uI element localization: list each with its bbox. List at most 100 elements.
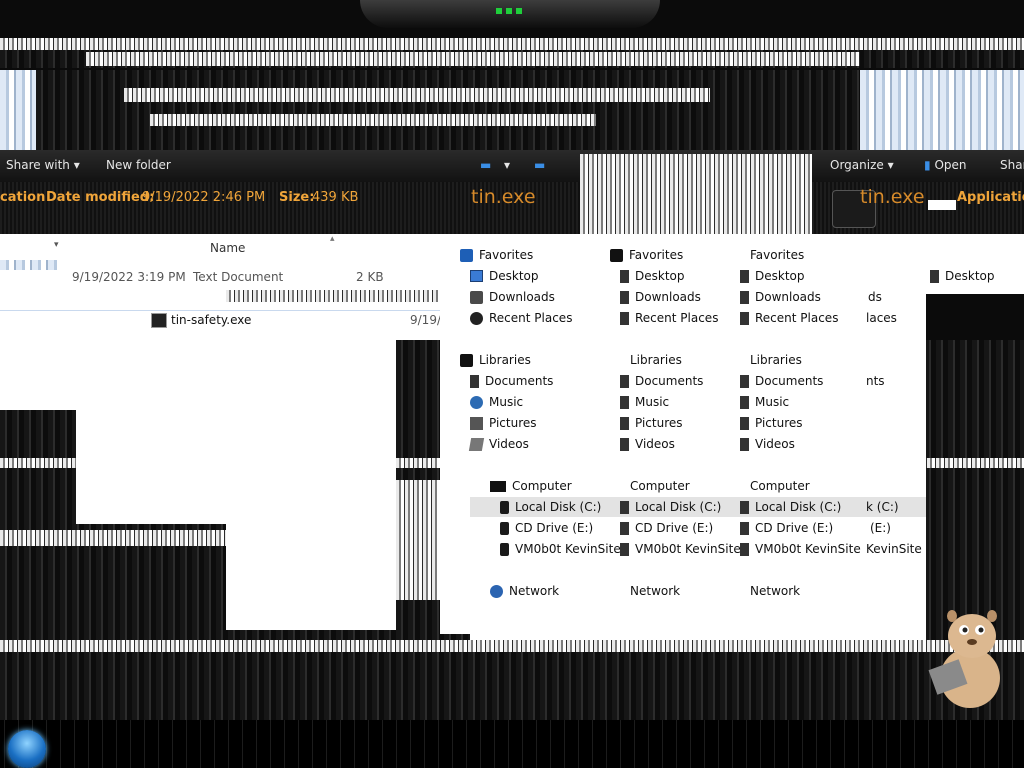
nav-label: Libraries [630,353,682,367]
nav-documents-cut[interactable]: nts [866,374,885,388]
table-row[interactable]: 9/19/2022 3:19 PM Text Document 2 KB [0,268,440,288]
nav-label: VM0b0t KevinSite [755,542,861,556]
nav-favorites[interactable]: Favorites [750,248,804,262]
exe-file-icon [151,313,167,328]
organize-button[interactable]: Organize ▾ [830,158,894,172]
glitch-band-top [0,38,1024,50]
nav-label: Recent Places [635,311,719,325]
music-icon [740,395,749,409]
nav-pictures[interactable]: Pictures [620,416,683,430]
nav-libraries[interactable]: Libraries [630,353,682,367]
nav-recent-places[interactable]: Recent Places [470,311,572,325]
table-row[interactable]: tin-safety.exe 9/19/ [0,310,441,331]
nav-favorites[interactable]: Favorites [610,248,683,262]
nav-label: Favorites [629,248,684,262]
nav-recent-places[interactable]: Recent Places [620,311,718,325]
share-with-button[interactable]: Share with ▾ [6,158,80,172]
chevron-down-icon: ▾ [887,158,894,172]
recent-places-icon [470,311,483,325]
glitch-band-lower-3 [0,640,1024,652]
glitch-dark-mid [36,70,860,150]
nav-pictures[interactable]: Pictures [740,416,803,430]
nav-videos[interactable]: Videos [468,437,529,451]
nav-music[interactable]: Music [620,395,669,409]
star-icon [610,248,623,262]
nav-network[interactable]: Network [630,584,680,598]
nav-label: Favorites [479,248,534,262]
disk-icon [500,500,509,514]
nav-computer[interactable]: Computer [630,479,690,493]
new-folder-button[interactable]: New folder [106,158,171,172]
nav-favorites[interactable]: Favorites [460,248,533,262]
nav-downloads-cut[interactable]: ds [868,290,882,304]
open-button[interactable]: ▮ Open [924,158,967,172]
nav-network[interactable]: Network [750,584,800,598]
nav-desktop-far[interactable]: Desktop [930,269,995,283]
file-type-label: cation [0,190,46,205]
pane-icon[interactable]: ▬ [534,158,545,172]
nav-label: Videos [489,437,529,451]
nav-documents[interactable]: Documents [620,374,703,388]
nav-downloads[interactable]: Downloads [740,290,821,304]
nav-network-drive[interactable]: VM0b0t KevinSite [620,542,741,556]
indicator-dot [506,8,512,14]
documents-icon [740,374,749,388]
nav-documents[interactable]: Documents [740,374,823,388]
nav-desktop[interactable]: Desktop [620,269,685,283]
nav-desktop[interactable]: Desktop [470,269,539,283]
nav-documents[interactable]: Documents [470,374,553,388]
documents-icon [470,374,479,388]
nav-label: Videos [635,437,675,451]
nav-downloads[interactable]: Downloads [470,290,555,304]
glitch-white-lower-left [76,340,226,524]
nav-label: Desktop [945,269,995,283]
start-button[interactable] [8,730,46,768]
size-value: 439 KB [312,190,359,205]
nav-recent-places-cut[interactable]: laces [866,311,897,325]
downloads-icon [470,290,483,304]
videos-icon [468,437,485,451]
chevron-down-icon[interactable]: ▾ [504,158,510,172]
nav-network-drive-cut[interactable]: KevinSite [866,542,922,556]
nav-network[interactable]: Network [490,584,559,598]
nav-videos[interactable]: Videos [620,437,675,451]
nav-local-disk[interactable]: Local Disk (C:) [500,500,601,514]
nav-downloads[interactable]: Downloads [620,290,701,304]
column-name-header[interactable]: Name [210,241,245,255]
nav-libraries[interactable]: Libraries [460,353,531,367]
nav-label: VM0b0t KevinSite [515,542,621,556]
nav-recent-places[interactable]: Recent Places [740,311,838,325]
nav-cd-drive[interactable]: CD Drive (E:) [500,521,593,535]
nav-videos[interactable]: Videos [740,437,795,451]
cd-drive-icon [500,521,509,535]
nav-local-disk[interactable]: Local Disk (C:) [620,500,721,514]
nav-label: Documents [635,374,704,388]
date-modified-value: 9/19/2022 2:46 PM [142,190,266,205]
nav-network-drive[interactable]: VM0b0t KevinSite [500,542,621,556]
nav-cd-drive[interactable]: CD Drive (E:) [740,521,833,535]
nav-label: Music [635,395,670,409]
disk-icon [740,500,749,514]
top-window-cap [360,0,660,28]
nav-network-drive[interactable]: VM0b0t KevinSite [740,542,861,556]
nav-libraries[interactable]: Libraries [750,353,802,367]
organize-label: Organize [830,158,884,172]
nav-label: Network [509,584,560,598]
nav-cd-drive-cut[interactable]: (E:) [870,521,891,535]
disk-icon [620,500,629,514]
nav-pictures[interactable]: Pictures [470,416,537,430]
nav-local-disk[interactable]: Local Disk (C:) [740,500,841,514]
nav-computer[interactable]: Computer [490,479,572,493]
view-icon[interactable]: ▬ [480,158,491,172]
nav-music[interactable]: Music [740,395,789,409]
nav-computer[interactable]: Computer [750,479,810,493]
nav-label: Libraries [750,353,802,367]
desktop-icon [740,269,749,283]
sort-chevron-icon[interactable]: ▾ [54,240,59,250]
nav-local-disk-cut[interactable]: k (C:) [866,500,899,514]
share-button-cut[interactable]: Shar [1000,158,1024,172]
nav-desktop[interactable]: Desktop [740,269,805,283]
nav-music[interactable]: Music [470,395,523,409]
network-drive-icon [500,542,509,556]
nav-cd-drive[interactable]: CD Drive (E:) [620,521,713,535]
